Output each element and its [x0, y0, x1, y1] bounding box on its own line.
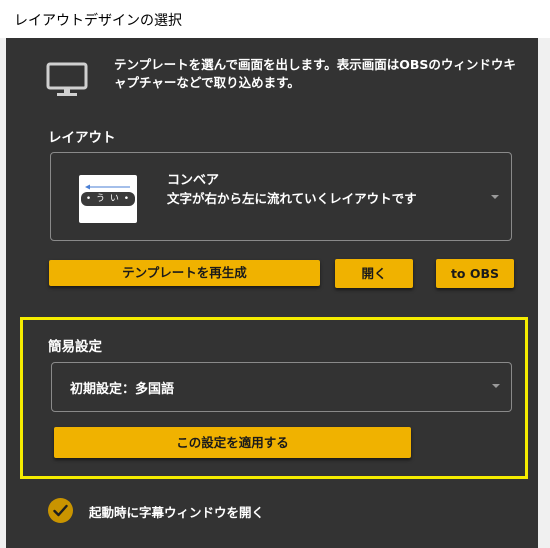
check-icon: [53, 504, 68, 517]
arrow-left-icon: [85, 184, 130, 190]
layout-thumbnail: • う い •: [79, 175, 137, 223]
main-panel: テンプレートを選んで画面を出します。表示画面はOBSのウィンドウキャプチャーなど…: [6, 38, 538, 548]
window-border: [538, 38, 550, 548]
startup-checkbox-label[interactable]: 起動時に字幕ウィンドウを開く: [89, 502, 264, 521]
quick-settings-label: 簡易設定: [48, 339, 102, 355]
layout-name: コンベア: [167, 173, 220, 188]
thumbnail-caption: • う い •: [81, 192, 135, 206]
open-button[interactable]: 開く: [335, 259, 413, 288]
to-obs-button[interactable]: to OBS: [436, 259, 514, 288]
monitor-icon: [46, 62, 88, 96]
startup-checkbox[interactable]: [48, 498, 73, 523]
settings-window: レイアウトデザインの選択 テンプレートを選んで画面を出します。表示画面はOBSの…: [0, 0, 550, 548]
title-bar: レイアウトデザインの選択: [0, 0, 550, 38]
chevron-down-icon: [491, 195, 499, 199]
layout-dropdown[interactable]: • う い • コンベア 文字が右から左に流れていくレイアウトです: [50, 152, 512, 241]
layout-description: 文字が右から左に流れていくレイアウトです: [167, 191, 417, 206]
apply-settings-button[interactable]: この設定を適用する: [54, 427, 411, 458]
preset-dropdown[interactable]: 初期設定：多国語: [51, 362, 512, 412]
preset-value: 初期設定：多国語: [70, 382, 175, 397]
chevron-down-icon: [492, 384, 500, 388]
layout-section-label: レイアウト: [48, 130, 116, 146]
regenerate-template-button[interactable]: テンプレートを再生成: [49, 260, 320, 286]
intro-description: テンプレートを選んで画面を出します。表示画面はOBSのウィンドウキャプチャーなど…: [114, 57, 516, 90]
window-title: レイアウトデザインの選択: [14, 13, 182, 29]
